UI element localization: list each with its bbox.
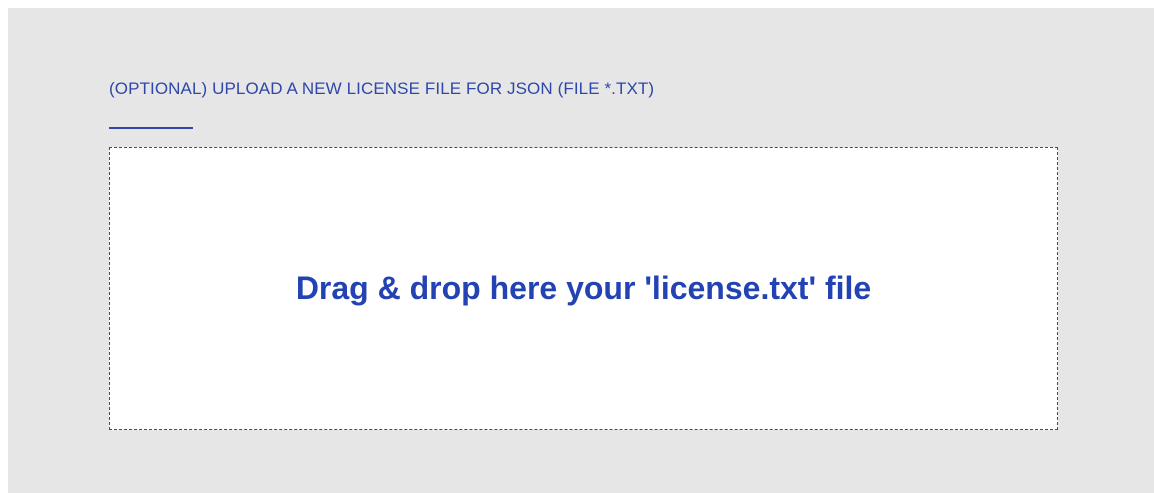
upload-panel: (OPTIONAL) UPLOAD A NEW LICENSE FILE FOR… <box>8 8 1154 493</box>
title-underline-divider <box>109 127 193 129</box>
dropzone-instruction-text: Drag & drop here your 'license.txt' file <box>295 270 872 306</box>
license-file-dropzone[interactable]: Drag & drop here your 'license.txt' file <box>109 147 1058 430</box>
upload-section-title: (OPTIONAL) UPLOAD A NEW LICENSE FILE FOR… <box>109 79 655 98</box>
